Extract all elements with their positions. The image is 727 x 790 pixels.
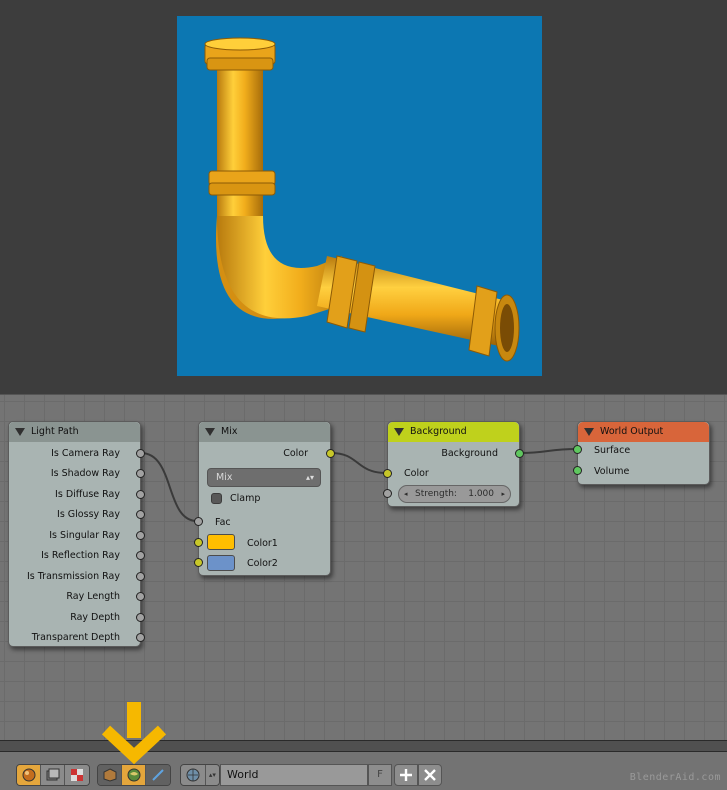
node-title: Light Path: [31, 426, 79, 437]
world-shader-icon[interactable]: [41, 765, 65, 785]
background-node[interactable]: Background Background Color ◂ Strength: …: [383, 421, 524, 507]
light-path-node-header[interactable]: Light Path: [9, 422, 140, 442]
output-socket[interactable]: [136, 510, 145, 519]
background-output-socket[interactable]: [515, 449, 524, 458]
output-label: Ray Depth: [70, 612, 120, 623]
slider-right-arrow-icon[interactable]: ▸: [501, 486, 505, 502]
mix-color-output-socket[interactable]: [326, 449, 335, 458]
world-output-node[interactable]: World Output Surface Volume: [573, 421, 710, 485]
close-icon[interactable]: [418, 764, 442, 786]
blend-type-dropdown[interactable]: Mix ▴▾: [207, 468, 321, 487]
output-socket[interactable]: [136, 531, 145, 540]
fac-input-socket[interactable]: [194, 517, 203, 526]
background-node-header[interactable]: Background: [388, 422, 519, 442]
color2-input-socket[interactable]: [194, 558, 203, 567]
output-label: Ray Length: [66, 591, 120, 602]
light-path-node[interactable]: Light Path Is Camera Ray Is Shadow Ray I…: [8, 421, 145, 647]
output-socket[interactable]: [136, 613, 145, 622]
texture-shader-icon[interactable]: [65, 765, 89, 785]
node-title: World Output: [600, 426, 664, 437]
highlight-arrow-icon: [101, 702, 167, 765]
collapse-triangle-icon[interactable]: [394, 428, 404, 436]
shader-type-buttons: [16, 764, 90, 786]
volume-input-socket[interactable]: [573, 466, 582, 475]
surface-input-socket[interactable]: [573, 445, 582, 454]
color-input-socket[interactable]: [383, 469, 392, 478]
watermark: BlenderAid.com: [629, 772, 721, 783]
add-icon[interactable]: [394, 764, 418, 786]
world-browse-icon[interactable]: [181, 765, 206, 785]
color2-swatch[interactable]: [207, 555, 235, 571]
fac-label: Fac: [215, 517, 231, 528]
output-socket[interactable]: [136, 469, 145, 478]
collapse-triangle-icon[interactable]: [15, 428, 25, 436]
mix-node-header[interactable]: Mix: [199, 422, 330, 442]
color1-input-socket[interactable]: [194, 538, 203, 547]
node-editor[interactable]: Light Path Is Camera Ray Is Shadow Ray I…: [0, 394, 727, 740]
browse-arrows-icon[interactable]: ▴▾: [205, 765, 219, 785]
output-label: Is Glossy Ray: [57, 509, 120, 520]
output-socket[interactable]: [136, 633, 145, 642]
collapse-triangle-icon[interactable]: [205, 428, 215, 436]
dropdown-arrows-icon: ▴▾: [305, 473, 314, 482]
color-input-label: Color: [404, 468, 429, 479]
output-label: Is Transmission Ray: [27, 571, 120, 582]
mix-output-label: Color: [283, 448, 308, 459]
strength-value: 1.000: [468, 489, 494, 499]
output-socket[interactable]: [136, 572, 145, 581]
strength-label: Strength:: [415, 489, 457, 499]
output-label: Is Singular Ray: [49, 530, 120, 541]
render-preview-area: [0, 0, 727, 394]
output-label: Is Shadow Ray: [50, 468, 120, 479]
color1-swatch[interactable]: [207, 534, 235, 550]
output-label: Is Reflection Ray: [41, 550, 120, 561]
background-output-label: Background: [441, 448, 498, 459]
output-socket[interactable]: [136, 449, 145, 458]
world-name-field[interactable]: World: [220, 764, 368, 786]
output-label: Transparent Depth: [31, 632, 120, 643]
world-browse-button[interactable]: ▴▾: [180, 764, 220, 786]
node-title: Background: [410, 426, 467, 437]
collapse-triangle-icon[interactable]: [584, 428, 594, 436]
clamp-label: Clamp: [230, 493, 261, 504]
clamp-checkbox[interactable]: [211, 493, 222, 504]
world-output-node-header[interactable]: World Output: [578, 422, 709, 442]
mix-node[interactable]: Mix Color Mix ▴▾ Clamp Fac Color1 Color2: [194, 421, 335, 576]
blend-type-value: Mix: [216, 472, 233, 483]
color1-label: Color1: [247, 538, 278, 549]
strength-slider[interactable]: ◂ Strength: 1.000 ▸: [398, 485, 511, 503]
output-socket[interactable]: [136, 490, 145, 499]
slider-left-arrow-icon[interactable]: ◂: [404, 486, 408, 502]
output-label: Is Diffuse Ray: [55, 489, 120, 500]
surface-label: Surface: [594, 445, 631, 456]
node-title: Mix: [221, 426, 238, 437]
output-label: Is Camera Ray: [51, 448, 120, 459]
strength-input-socket[interactable]: [383, 489, 392, 498]
output-socket[interactable]: [136, 551, 145, 560]
output-socket[interactable]: [136, 592, 145, 601]
object-shader-icon[interactable]: [17, 765, 41, 785]
fake-user-button[interactable]: F: [368, 764, 392, 786]
render-image: [177, 16, 542, 376]
volume-label: Volume: [594, 466, 630, 477]
color2-label: Color2: [247, 558, 278, 569]
